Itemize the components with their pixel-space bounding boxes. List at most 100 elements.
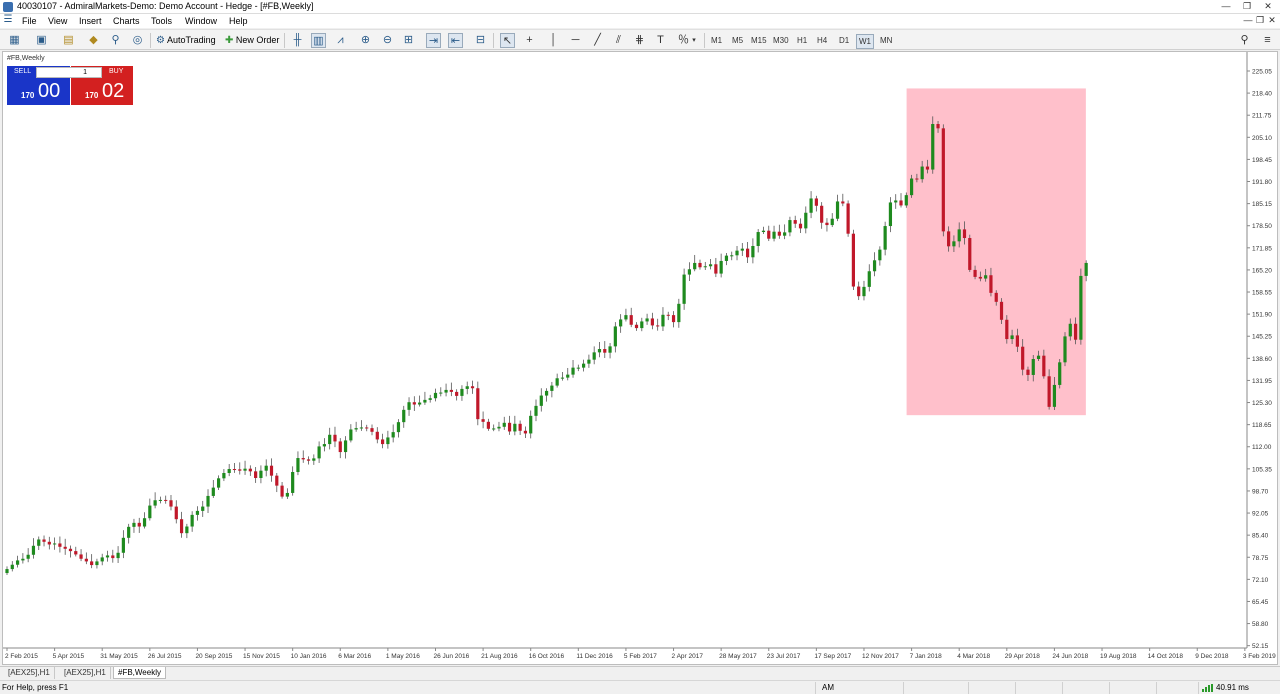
bull-candle: [492, 428, 496, 430]
tab-aex25-h1-2[interactable]: [AEX25],H1: [60, 667, 111, 679]
bull-candle: [439, 392, 443, 394]
time-tick-label: 28 May 2017: [719, 653, 757, 660]
new-order-button[interactable]: ✚ New Order: [223, 32, 281, 49]
chart-shift-icon[interactable]: ⇤: [448, 33, 463, 48]
maximize-button[interactable]: ❐: [1237, 1, 1257, 12]
timeframe-w1[interactable]: W1: [856, 34, 874, 49]
price-chart[interactable]: 225.05218.40211.75205.10198.45191.80185.…: [3, 52, 1279, 666]
bear-candle: [857, 286, 861, 297]
bear-candle: [380, 439, 385, 445]
timeframe-h1[interactable]: H1: [795, 34, 809, 47]
bull-candle: [1063, 336, 1067, 363]
shapes-icon[interactable]: ％: [676, 33, 691, 48]
bear-candle: [1026, 369, 1030, 375]
time-tick-label: 21 Aug 2016: [481, 653, 518, 660]
close-button[interactable]: ✕: [1258, 1, 1278, 12]
terminal-icon[interactable]: ⚲: [108, 33, 123, 48]
bull-candle: [624, 315, 628, 320]
profiles-icon[interactable]: ▣: [34, 33, 49, 48]
bear-candle: [306, 459, 311, 461]
menu-view[interactable]: View: [48, 16, 67, 26]
timeframe-mn[interactable]: MN: [878, 34, 894, 47]
bear-candle: [1042, 355, 1046, 377]
search-icon[interactable]: ⚲: [1237, 33, 1252, 48]
timeframe-m5[interactable]: M5: [730, 34, 745, 47]
timeframe-h4[interactable]: H4: [815, 34, 829, 47]
tab-aex25-h1-1[interactable]: [AEX25],H1: [4, 667, 55, 679]
cursor-icon[interactable]: ↖: [500, 33, 515, 48]
bear-candle: [365, 427, 369, 429]
text-tool-icon[interactable]: T: [653, 33, 668, 48]
vertical-line-icon[interactable]: │: [546, 33, 561, 48]
autotrading-button[interactable]: ⚙ AutoTrading: [154, 32, 218, 49]
bear-candle: [449, 389, 453, 392]
time-tick-label: 20 Sep 2015: [195, 653, 232, 660]
time-tick-label: 5 Apr 2015: [53, 653, 85, 660]
bull-candle: [211, 487, 215, 496]
minimize-button[interactable]: —: [1216, 1, 1236, 12]
bull-candle: [756, 232, 760, 246]
menu-help[interactable]: Help: [229, 16, 248, 26]
horizontal-line-icon[interactable]: ─: [568, 33, 583, 48]
timeframe-d1[interactable]: D1: [837, 34, 851, 47]
tile-windows-icon[interactable]: ⊞: [401, 33, 416, 48]
bull-candle: [328, 434, 332, 445]
menu-tools[interactable]: Tools: [151, 16, 172, 26]
bull-candle: [121, 537, 125, 553]
child-close-button[interactable]: ✕: [1262, 15, 1280, 26]
timeframe-m1[interactable]: M1: [709, 34, 724, 47]
chart-menu-icon[interactable]: ☰: [2, 14, 14, 26]
bull-candle: [312, 458, 316, 461]
bull-candle: [217, 478, 221, 488]
navigator-icon[interactable]: ◆: [86, 33, 101, 48]
tab-fb-weekly[interactable]: #FB,Weekly: [113, 667, 166, 679]
bear-candle: [74, 551, 78, 555]
bull-candle: [396, 422, 401, 433]
price-tick-label: 145.25: [1252, 334, 1272, 341]
connection-icon: [1202, 684, 1213, 692]
lot-size-input[interactable]: 1: [36, 67, 102, 78]
bull-candle: [116, 552, 120, 559]
zoom-out-icon[interactable]: ⊖: [380, 33, 395, 48]
bull-candle: [867, 271, 871, 287]
candlestick-chart-icon[interactable]: ▥: [311, 33, 326, 48]
channel-icon[interactable]: ⫽: [611, 33, 626, 48]
menu-file[interactable]: File: [22, 16, 37, 26]
bear-candle: [698, 262, 702, 268]
price-tick-label: 125.30: [1252, 400, 1272, 407]
trendline-icon[interactable]: ╱: [590, 33, 605, 48]
timeframe-m15[interactable]: M15: [749, 34, 769, 47]
chart-window[interactable]: 225.05 218.40 211.75 205.10 198.45 191.80 185.…: [2, 51, 1278, 665]
bear-candle: [603, 349, 607, 353]
bull-candle: [418, 402, 422, 405]
bear-candle: [767, 230, 771, 239]
time-tick-label: 24 Jun 2018: [1052, 653, 1088, 660]
zoom-in-icon[interactable]: ⊕: [358, 33, 373, 48]
bull-candle: [402, 409, 406, 423]
indicators-icon[interactable]: ⊟: [473, 33, 488, 48]
price-tick-label: 105.35: [1252, 466, 1272, 473]
bear-candle: [238, 469, 242, 471]
chevron-down-icon[interactable]: ▾: [690, 33, 698, 48]
bear-candle: [79, 554, 83, 559]
new-chart-icon[interactable]: ▦: [7, 33, 22, 48]
menu-window[interactable]: Window: [185, 16, 217, 26]
line-chart-icon[interactable]: ⩘: [333, 33, 348, 48]
fibonacci-icon[interactable]: ⋕: [632, 33, 647, 48]
market-watch-icon[interactable]: ▤: [61, 33, 76, 48]
timeframe-m30[interactable]: M30: [771, 34, 791, 47]
autotrading-label: AutoTrading: [166, 35, 216, 45]
menu-insert[interactable]: Insert: [79, 16, 102, 26]
bull-candle: [153, 500, 157, 506]
strategy-tester-icon[interactable]: ◎: [130, 33, 145, 48]
autoscroll-icon[interactable]: ⇥: [426, 33, 441, 48]
bull-candle: [497, 426, 501, 429]
menu-charts[interactable]: Charts: [113, 16, 140, 26]
menu-icon[interactable]: ≡: [1260, 33, 1275, 48]
bull-candle: [1079, 275, 1083, 340]
bear-candle: [338, 441, 342, 453]
bull-candle: [740, 248, 744, 251]
bar-chart-icon[interactable]: ╫: [290, 33, 305, 48]
crosshair-icon[interactable]: +: [522, 33, 537, 48]
bull-candle: [142, 518, 147, 527]
